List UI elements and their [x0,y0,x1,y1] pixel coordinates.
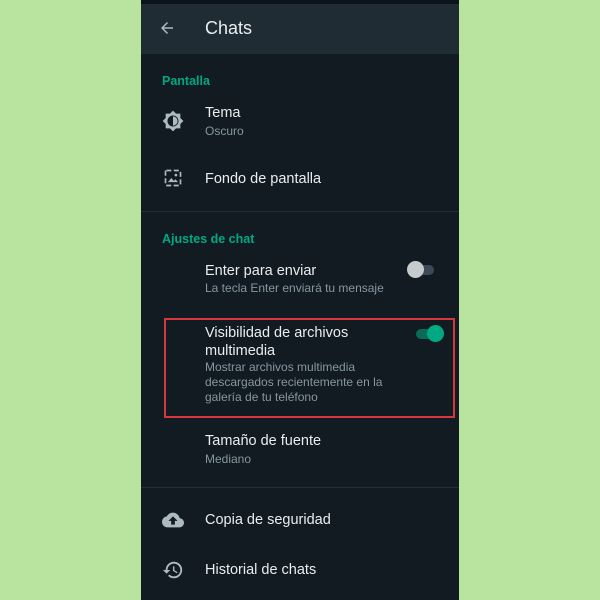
font-size-row[interactable]: Tamaño de fuente Mediano [141,426,459,476]
enter-to-send-subtitle: La tecla Enter enviará tu mensaje [205,281,384,295]
toggle-thumb [427,325,444,342]
backup-title: Copia de seguridad [205,512,331,528]
divider [141,211,459,212]
back-button[interactable] [153,14,181,42]
chat-history-row[interactable]: Historial de chats [141,550,459,590]
wallpaper-row[interactable]: Fondo de pantalla [141,156,459,202]
phone-screen: Chats Pantalla Tema Oscuro Fondo de pant… [141,0,459,600]
cloud-upload-icon [161,508,185,532]
wallpaper-icon [161,166,185,190]
theme-title: Tema [205,105,241,121]
media-visibility-subtitle-line3: galería de tu teléfono [205,390,318,404]
font-size-title: Tamaño de fuente [205,433,322,449]
media-visibility-subtitle-line2: descargados recientemente en la [205,375,383,389]
app-bar: Chats [141,0,459,54]
theme-value: Oscuro [205,124,244,138]
media-visibility-toggle[interactable] [413,325,444,342]
history-icon [161,558,185,582]
theme-row[interactable]: Tema Oscuro [141,98,459,148]
media-visibility-title-line2: multimedia [205,343,276,359]
media-visibility-title-line1: Visibilidad de archivos [205,325,349,341]
divider [141,487,459,488]
media-visibility-subtitle-line1: Mostrar archivos multimedia [205,360,356,374]
backup-row[interactable]: Copia de seguridad [141,500,459,540]
media-visibility-row[interactable]: Visibilidad de archivos multimedia Mostr… [141,320,459,416]
chat-history-title: Historial de chats [205,562,317,578]
enter-to-send-title: Enter para enviar [205,263,317,279]
font-size-value: Mediano [205,452,252,466]
enter-to-send-toggle[interactable] [407,261,437,278]
arrow-left-icon [161,22,173,34]
enter-to-send-row[interactable]: Enter para enviar La tecla Enter enviará… [141,256,459,302]
theme-brightness-icon [161,109,185,133]
section-header-chat-settings: Ajustes de chat [162,232,255,246]
toggle-thumb [407,261,424,278]
section-header-display: Pantalla [162,74,210,88]
wallpaper-title: Fondo de pantalla [205,171,322,187]
page-title: Chats [205,18,253,38]
